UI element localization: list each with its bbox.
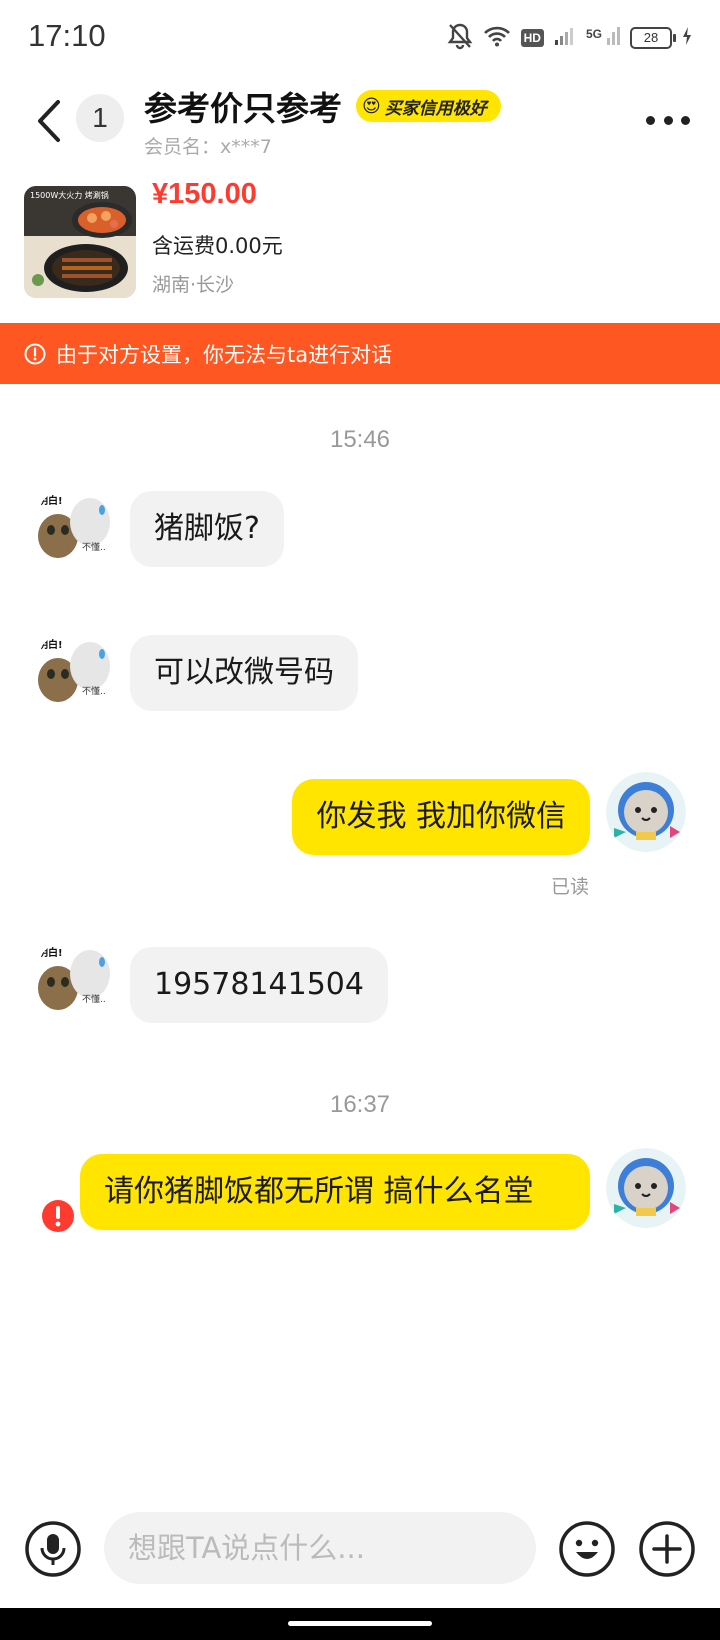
astronaut-cat-avatar: [606, 772, 686, 852]
thumb-caption: 1500W大火力 烤涮锅: [30, 190, 109, 200]
svg-text:不懂...: 不懂...: [82, 685, 109, 697]
voice-input-button[interactable]: [24, 1520, 82, 1578]
smiley-icon: [559, 1521, 615, 1577]
seller-avatar[interactable]: 明白! 不懂...: [34, 486, 114, 566]
chevron-left-icon: [38, 100, 60, 142]
product-shipping: 含运费0.00元: [152, 234, 283, 258]
member-name: 会员名：x***7: [144, 136, 272, 158]
chat-restricted-banner: 由于对方设置，你无法与ta进行对话: [0, 323, 720, 384]
svg-text:不懂...: 不懂...: [82, 541, 109, 553]
mute-bell-icon: [447, 22, 473, 54]
microphone-icon: [25, 1521, 81, 1577]
credit-badge-label: 买家信用极好: [384, 98, 487, 119]
back-button[interactable]: [30, 96, 70, 146]
system-nav-bar: [0, 1608, 720, 1640]
banner-text: 由于对方设置，你无法与ta进行对话: [56, 342, 393, 367]
charging-icon: [682, 27, 692, 49]
send-failed-icon[interactable]: [41, 1199, 75, 1233]
cat-sticker-avatar: 明白! 不懂...: [34, 938, 114, 1018]
heart-eyes-emoji-icon: 😍: [362, 95, 381, 117]
emoji-button[interactable]: [558, 1520, 616, 1578]
svg-text:明白!: 明白!: [38, 494, 63, 507]
dot-icon: [663, 115, 673, 125]
input-bar: [0, 1500, 720, 1600]
dot-icon: [646, 115, 655, 125]
my-avatar[interactable]: [606, 772, 686, 852]
status-time: 17:10: [28, 18, 106, 53]
network-type: 5G: [585, 27, 602, 41]
message-bubble-outgoing[interactable]: 你发我 我加你微信: [292, 779, 590, 855]
message-timestamp: 16:37: [329, 1091, 391, 1118]
signal-bars-2-icon: [606, 26, 620, 50]
seller-avatar[interactable]: 明白! 不懂...: [34, 630, 114, 710]
wifi-icon: [483, 25, 511, 51]
read-receipt: 已读: [551, 876, 590, 898]
message-bubble-incoming[interactable]: 19578141504: [130, 947, 388, 1023]
astronaut-cat-avatar: [606, 1148, 686, 1228]
message-input[interactable]: [104, 1512, 536, 1584]
battery-indicator: 28: [630, 27, 676, 49]
svg-text:不懂...: 不懂...: [82, 993, 109, 1005]
unread-count-badge[interactable]: 1: [76, 94, 124, 142]
status-bar: 17:10 HD 5G 28: [0, 0, 720, 74]
product-location: 湖南·长沙: [152, 274, 235, 296]
message-bubble-incoming[interactable]: 猪脚饭?: [130, 491, 284, 567]
product-image[interactable]: 1500W大火力 烤涮锅: [24, 186, 136, 298]
chat-header: 1 参考价只参考 😍 买家信用极好 会员名：x***7: [0, 74, 720, 174]
signal-bars-icon: [554, 26, 576, 50]
alert-circle-icon: [24, 343, 46, 364]
hd-badge: HD: [520, 29, 544, 47]
dot-icon: [681, 115, 690, 125]
chat-title: 参考价只参考: [144, 89, 342, 128]
status-icons: HD 5G 28: [447, 22, 692, 54]
message-bubble-outgoing[interactable]: 请你猪脚饭都无所谓 搞什么名堂: [80, 1154, 590, 1230]
product-price: ¥150.00: [152, 178, 257, 210]
home-indicator[interactable]: [288, 1621, 432, 1626]
cat-sticker-avatar: 明白! 不懂...: [34, 486, 114, 566]
svg-text:明白!: 明白!: [38, 638, 63, 651]
svg-text:明白!: 明白!: [38, 946, 63, 959]
credit-badge: 😍 买家信用极好: [356, 90, 501, 122]
seller-avatar[interactable]: 明白! 不懂...: [34, 938, 114, 1018]
plus-circle-icon: [639, 1521, 695, 1577]
grill-pan-image: 1500W大火力 烤涮锅: [24, 186, 136, 298]
message-timestamp: 15:46: [329, 426, 391, 453]
cat-sticker-avatar: 明白! 不懂...: [34, 630, 114, 710]
more-actions-button[interactable]: [638, 1520, 696, 1578]
more-options-button[interactable]: [646, 110, 690, 130]
my-avatar[interactable]: [606, 1148, 686, 1228]
product-card[interactable]: 1500W大火力 烤涮锅 ¥150.00 含运费0.00元 湖南·长沙: [0, 174, 720, 324]
message-bubble-incoming[interactable]: 可以改微号码: [130, 635, 358, 711]
